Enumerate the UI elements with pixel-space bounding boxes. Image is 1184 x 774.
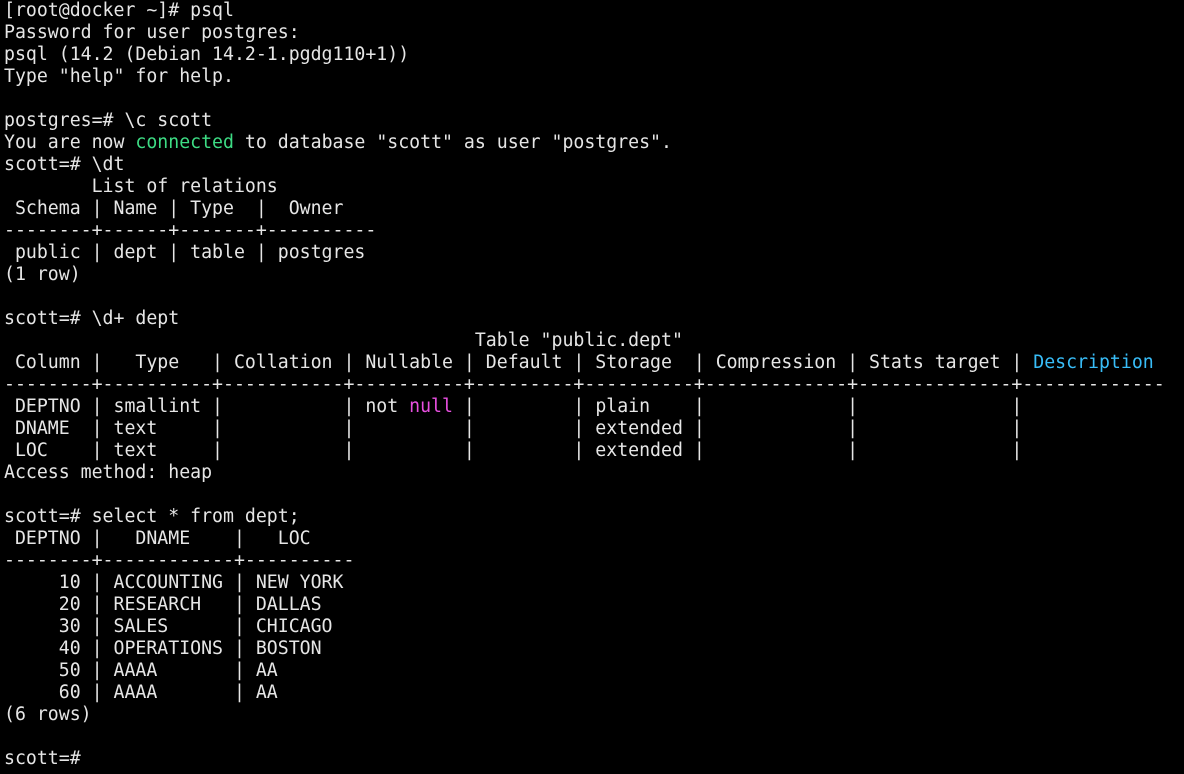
- terminal-text: 40 | OPERATIONS | BOSTON: [4, 638, 322, 659]
- terminal-text: [root@docker ~]# psql: [4, 0, 234, 21]
- terminal-text: 20 | RESEARCH | DALLAS: [4, 594, 322, 615]
- terminal-text: to database "scott" as user "postgres".: [233, 132, 672, 153]
- terminal-text: connected: [135, 132, 234, 153]
- terminal-line: scott=# \d+ dept: [4, 308, 1182, 330]
- terminal-text: 50 | AAAA | AA: [4, 660, 278, 681]
- terminal-line: 60 | AAAA | AA: [4, 682, 1182, 704]
- terminal-line: Access method: heap: [4, 462, 1182, 484]
- terminal-text: psql (14.2 (Debian 14.2-1.pgdg110+1)): [4, 44, 410, 65]
- terminal-text: scott=# \d+ dept: [4, 308, 180, 329]
- terminal-line: (1 row): [4, 264, 1182, 286]
- terminal-line: Column | Type | Collation | Nullable | D…: [4, 352, 1182, 374]
- terminal-line: scott=# \dt: [4, 154, 1182, 176]
- terminal-text: --------+------------+----------: [4, 550, 355, 571]
- terminal-line: 30 | SALES | CHICAGO: [4, 616, 1182, 638]
- terminal-line: scott=#: [4, 748, 1182, 770]
- terminal-text: (1 row): [4, 264, 81, 285]
- terminal-text: DNAME | text | | | | extended | | |: [4, 418, 1023, 439]
- terminal-text: Schema | Name | Type | Owner: [4, 198, 344, 219]
- terminal-output[interactable]: [root@docker ~]# psql Password for user p…: [4, 0, 1182, 774]
- terminal-line: 20 | RESEARCH | DALLAS: [4, 594, 1182, 616]
- terminal-line: postgres=# \c scott: [4, 110, 1182, 132]
- terminal-line: 50 | AAAA | AA: [4, 660, 1182, 682]
- terminal-text: --------+------+-------+----------: [4, 220, 377, 241]
- terminal-text: Password for user postgres:: [4, 22, 300, 43]
- terminal-text: --------+----------+-----------+--------…: [4, 374, 1165, 395]
- terminal-text: scott=# select * from dept;: [4, 506, 300, 527]
- terminal-text: List of relations: [4, 176, 278, 197]
- terminal-text: LOC | text | | | | extended | | |: [4, 440, 1023, 461]
- terminal-text: Access method: heap: [4, 462, 213, 483]
- terminal-line: [root@docker ~]# psql: [4, 0, 1182, 22]
- terminal-line: Password for user postgres:: [4, 22, 1182, 44]
- terminal-text: Column | Type | Collation | Nullable | D…: [4, 352, 1034, 373]
- terminal-text: 60 | AAAA | AA: [4, 682, 278, 703]
- terminal-text: Table "public.dept": [4, 330, 683, 351]
- terminal-line: Table "public.dept": [4, 330, 1182, 352]
- terminal-text: DEPTNO | smallint | | not: [4, 396, 410, 417]
- terminal-text: You are now: [4, 132, 136, 153]
- terminal-text: public | dept | table | postgres: [4, 242, 366, 263]
- terminal-text: 10 | ACCOUNTING | NEW YORK: [4, 572, 344, 593]
- terminal-text: DEPTNO | DNAME | LOC: [4, 528, 311, 549]
- terminal-line: List of relations: [4, 176, 1182, 198]
- terminal-text: 30 | SALES | CHICAGO: [4, 616, 333, 637]
- terminal-line: Schema | Name | Type | Owner: [4, 198, 1182, 220]
- terminal-text: Type "help" for help.: [4, 66, 234, 87]
- terminal-line: DEPTNO | DNAME | LOC: [4, 528, 1182, 550]
- terminal-line: psql (14.2 (Debian 14.2-1.pgdg110+1)): [4, 44, 1182, 66]
- terminal-line: 10 | ACCOUNTING | NEW YORK: [4, 572, 1182, 594]
- terminal-line: --------+------------+----------: [4, 550, 1182, 572]
- terminal-line: --------+----------+-----------+--------…: [4, 374, 1182, 396]
- terminal-text: | | plain | | |: [452, 396, 1023, 417]
- terminal-line: DNAME | text | | | | extended | | |: [4, 418, 1182, 440]
- terminal-line: scott=# select * from dept;: [4, 506, 1182, 528]
- terminal-line: LOC | text | | | | extended | | |: [4, 440, 1182, 462]
- terminal-text: (6 rows): [4, 704, 92, 725]
- terminal-text: null: [409, 396, 453, 417]
- terminal-line: public | dept | table | postgres: [4, 242, 1182, 264]
- terminal-line: Type "help" for help.: [4, 66, 1182, 88]
- terminal-text: Description: [1033, 352, 1154, 373]
- terminal-line: 40 | OPERATIONS | BOSTON: [4, 638, 1182, 660]
- terminal-line: --------+------+-------+----------: [4, 220, 1182, 242]
- terminal-text: postgres=# \c scott: [4, 110, 213, 131]
- terminal-text: scott=# \dt: [4, 154, 125, 175]
- terminal-line: (6 rows): [4, 704, 1182, 726]
- terminal-text: scott=#: [4, 748, 81, 769]
- terminal-line: You are now connected to database "scott…: [4, 132, 1182, 154]
- terminal-line: DEPTNO | smallint | | not null | | plain…: [4, 396, 1182, 418]
